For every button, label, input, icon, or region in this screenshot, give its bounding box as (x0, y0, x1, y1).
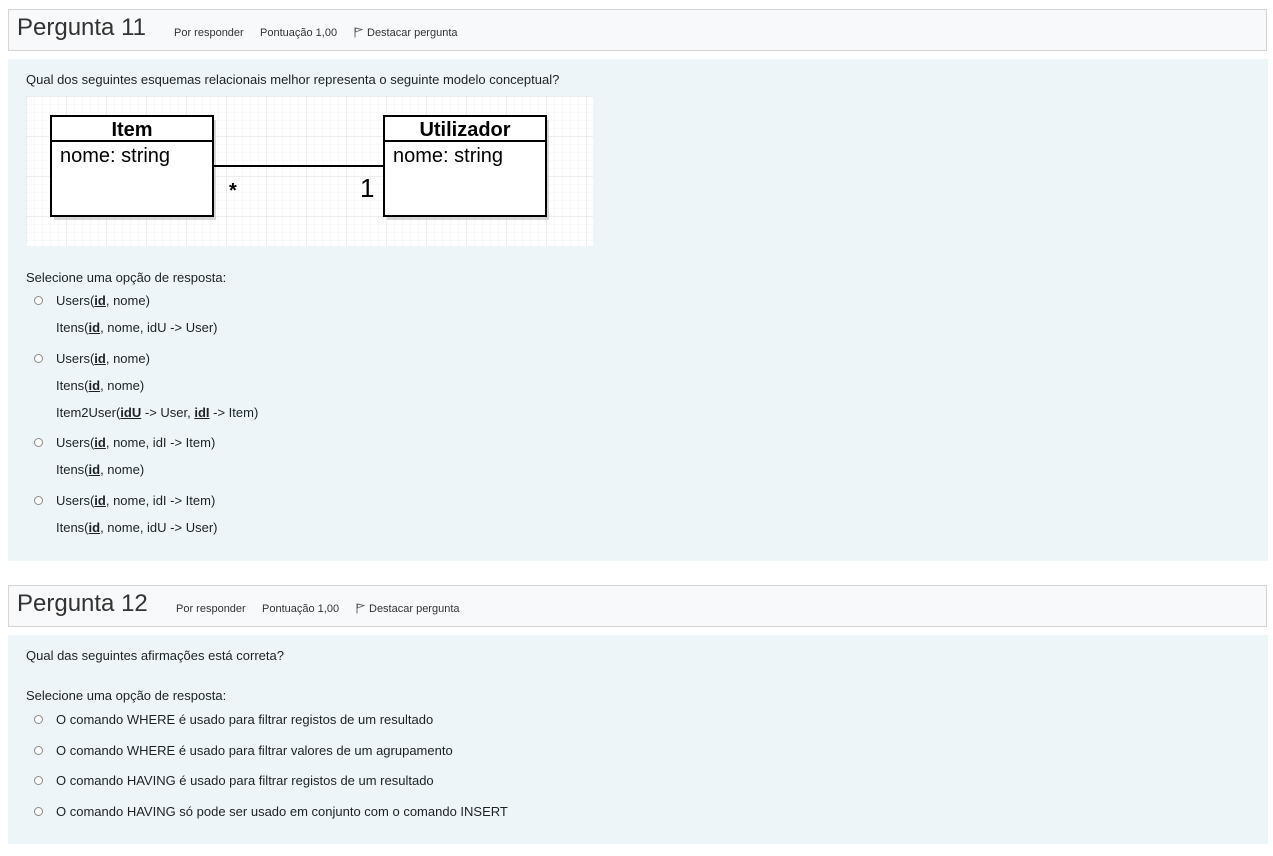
schema-text: , nome) (105, 351, 150, 366)
utilizador-class-attribute: nome: string (393, 145, 503, 167)
question-11-title: Pergunta 11 (17, 14, 146, 41)
multiplicity-one: 1 (360, 173, 374, 203)
q11-option-1-line-1[interactable]: Users(id, nome) (56, 293, 150, 308)
q11-option-3-radio[interactable] (34, 438, 43, 447)
question-11-answer-prompt: Selecione uma opção de resposta: (26, 270, 227, 285)
schema-text: , nome, idU -> User) (100, 320, 218, 335)
item-class-name: Item (111, 119, 152, 141)
q11-option-4-line-1[interactable]: Users(id, nome, idI -> Item) (56, 493, 215, 508)
schema-text: , nome) (105, 293, 150, 308)
flag-label: Destacar pergunta (367, 27, 458, 39)
question-12-body: Qual das seguintes afirmações está corre… (8, 635, 1268, 844)
schema-text: Itens( (56, 378, 89, 393)
flag-icon (354, 27, 364, 41)
q12-option-2-label[interactable]: O comando WHERE é usado para filtrar val… (56, 743, 453, 758)
question-12-flag-button[interactable]: Destacar pergunta (356, 603, 460, 617)
q11-option-4-line-2[interactable]: Itens(id, nome, idU -> User) (56, 520, 217, 535)
q11-option-2-line-2[interactable]: Itens(id, nome) (56, 378, 144, 393)
question-12-header: Pergunta 12 Por responder Pontuação 1,00… (8, 585, 1267, 627)
schema-text: , nome) (100, 462, 145, 477)
schema-text: Itens( (56, 320, 89, 335)
schema-text: Users( (56, 351, 95, 366)
question-12-score: Pontuação 1,00 (262, 603, 340, 615)
question-12-title: Pergunta 12 (17, 590, 148, 617)
schema-text: Users( (56, 293, 95, 308)
question-11-header: Pergunta 11 Por responder Pontuação 1,00… (8, 9, 1267, 51)
q12-option-4-label[interactable]: O comando HAVING só pode ser usado em co… (56, 804, 508, 819)
flag-icon (356, 603, 366, 617)
question-12-answer-prompt: Selecione uma opção de resposta: (26, 688, 227, 703)
primary-key: id (94, 351, 106, 366)
primary-key: id (88, 320, 101, 335)
q11-option-1-radio[interactable] (34, 296, 43, 305)
q11-option-2-line-1[interactable]: Users(id, nome) (56, 351, 150, 366)
q12-option-3-radio[interactable] (34, 776, 43, 785)
schema-text: -> User, (141, 405, 195, 420)
q11-option-2-radio[interactable] (34, 354, 43, 363)
primary-key: id (94, 435, 106, 450)
q11-option-4-radio[interactable] (34, 496, 43, 505)
schema-text: , nome) (100, 378, 145, 393)
question-11-text: Qual dos seguintes esquemas relacionais … (26, 72, 560, 87)
question-11-flag-button[interactable]: Destacar pergunta (354, 27, 458, 41)
primary-key: id (94, 293, 106, 308)
q12-option-3-label[interactable]: O comando HAVING é usado para filtrar re… (56, 773, 434, 788)
question-12-status: Por responder (176, 603, 246, 615)
schema-text: , nome, idI -> Item) (105, 493, 216, 508)
schema-text: Users( (56, 435, 95, 450)
q12-option-1-radio[interactable] (34, 715, 43, 724)
primary-key: id (88, 378, 101, 393)
item-class-attribute: nome: string (60, 145, 170, 167)
schema-text: , nome, idU -> User) (100, 520, 218, 535)
q12-option-4-radio[interactable] (34, 807, 43, 816)
question-11-score: Pontuação 1,00 (260, 27, 338, 39)
primary-key: id (88, 520, 101, 535)
q11-option-1-line-2[interactable]: Itens(id, nome, idU -> User) (56, 320, 217, 335)
uml-class-diagram: Item nome: string Utilizador nome: strin… (26, 96, 593, 246)
multiplicity-many: * (229, 180, 237, 202)
q11-option-3-line-1[interactable]: Users(id, nome, idI -> Item) (56, 435, 215, 450)
primary-key: id (88, 462, 101, 477)
question-11-body: Qual dos seguintes esquemas relacionais … (8, 59, 1268, 561)
schema-text: Itens( (56, 462, 89, 477)
schema-text: Item2User( (56, 405, 121, 420)
primary-key: id (94, 493, 106, 508)
question-12-text: Qual das seguintes afirmações está corre… (26, 648, 284, 663)
q11-option-3-line-2[interactable]: Itens(id, nome) (56, 462, 144, 477)
q12-option-2-radio[interactable] (34, 746, 43, 755)
flag-label: Destacar pergunta (369, 603, 460, 615)
schema-text: Itens( (56, 520, 89, 535)
schema-text: -> Item) (209, 405, 259, 420)
q11-option-2-line-3[interactable]: Item2User(idU -> User, idI -> Item) (56, 405, 258, 420)
schema-text: , nome, idI -> Item) (105, 435, 216, 450)
q12-option-1-label[interactable]: O comando WHERE é usado para filtrar reg… (56, 712, 433, 727)
utilizador-class-name: Utilizador (419, 119, 510, 141)
question-11-status: Por responder (174, 27, 244, 39)
schema-text: Users( (56, 493, 95, 508)
primary-key: idU (120, 405, 142, 420)
primary-key: idI (194, 405, 210, 420)
